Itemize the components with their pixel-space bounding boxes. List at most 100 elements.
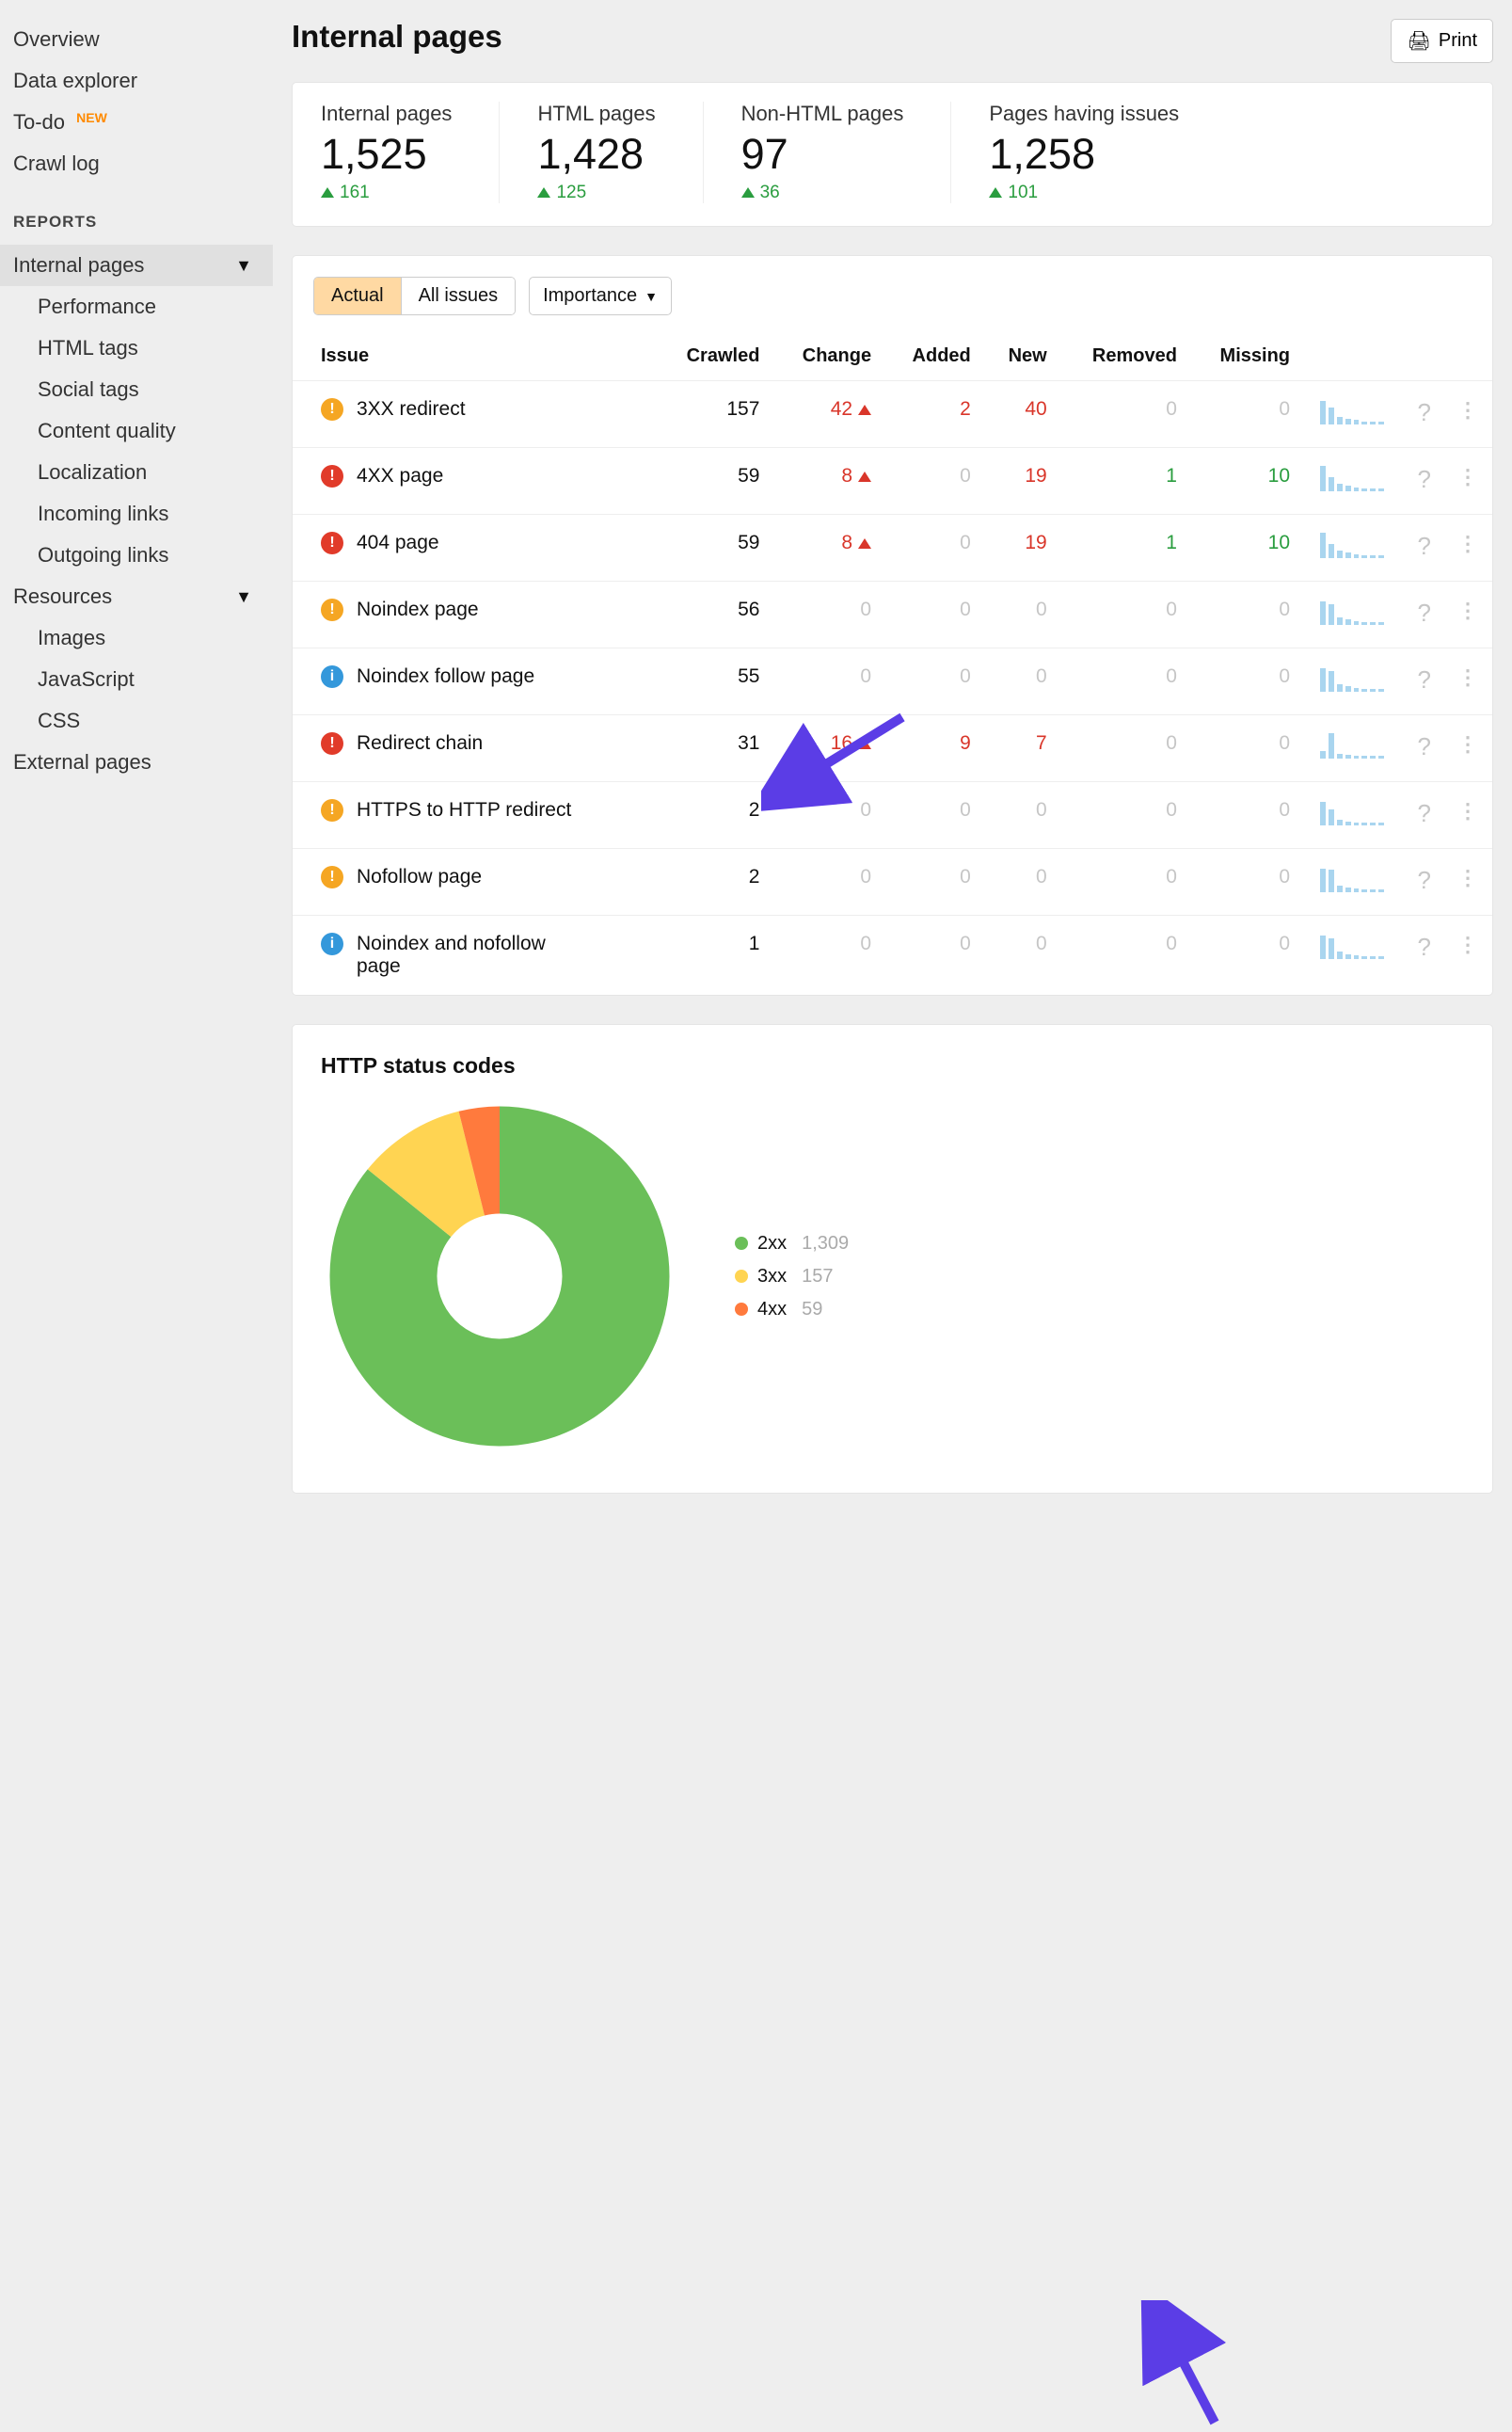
more-menu-icon[interactable]: ⋮	[1457, 933, 1479, 956]
more-menu-icon[interactable]: ⋮	[1457, 465, 1479, 488]
cell-added: 0	[884, 782, 984, 849]
help-icon[interactable]: ?	[1418, 465, 1431, 493]
cell-new: 0	[984, 582, 1060, 648]
legend-dot-icon	[735, 1303, 748, 1316]
stat-block: Non-HTML pages 97 36	[741, 102, 952, 203]
table-row[interactable]: iNoindex follow page 55 0 0 0 0 0 ? ⋮	[293, 648, 1492, 715]
cell-added: 0	[884, 582, 984, 648]
cell-change: 0	[772, 782, 884, 849]
issue-name: Noindex and nofollow page	[357, 933, 590, 978]
th-change[interactable]: Change	[772, 332, 884, 381]
cell-missing: 0	[1190, 849, 1303, 916]
sidebar-item-content-quality[interactable]: Content quality	[0, 410, 273, 452]
legend-item[interactable]: 2xx 1,309	[735, 1227, 849, 1260]
stat-label: Non-HTML pages	[741, 102, 904, 126]
help-icon[interactable]: ?	[1418, 599, 1431, 627]
sidebar-item-data-explorer[interactable]: Data explorer	[0, 60, 273, 102]
sidebar-item-external-pages[interactable]: External pages	[0, 742, 273, 783]
issue-name: HTTPS to HTTP redirect	[357, 799, 571, 822]
table-row[interactable]: !Redirect chain 31 16 9 7 0 0 ? ⋮	[293, 715, 1492, 782]
table-row[interactable]: !HTTPS to HTTP redirect 2 0 0 0 0 0 ? ⋮	[293, 782, 1492, 849]
table-row[interactable]: !3XX redirect 157 42 2 40 0 0 ? ⋮	[293, 381, 1492, 448]
th-new[interactable]: New	[984, 332, 1060, 381]
cell-removed: 0	[1060, 381, 1190, 448]
table-row[interactable]: !404 page 59 8 0 19 1 10 ? ⋮	[293, 515, 1492, 582]
th-issue[interactable]: Issue	[293, 332, 657, 381]
sidebar-item-javascript[interactable]: JavaScript	[0, 659, 273, 700]
legend-item[interactable]: 4xx 59	[735, 1293, 849, 1326]
sidebar-item-incoming-links[interactable]: Incoming links	[0, 493, 273, 535]
stat-value: 1,258	[989, 130, 1179, 179]
sidebar-item-crawl-log[interactable]: Crawl log	[0, 143, 273, 184]
sidebar-item-images[interactable]: Images	[0, 617, 273, 659]
sidebar-item-outgoing-links[interactable]: Outgoing links	[0, 535, 273, 576]
sidebar-item-overview[interactable]: Overview	[0, 19, 273, 60]
stat-delta: 125	[537, 183, 655, 203]
legend-label: 4xx	[757, 1299, 787, 1320]
cell-removed: 0	[1060, 582, 1190, 648]
sidebar-item-css[interactable]: CSS	[0, 700, 273, 742]
chevron-down-icon: ▼	[645, 289, 658, 304]
more-menu-icon[interactable]: ⋮	[1457, 599, 1479, 622]
triangle-up-icon	[321, 187, 334, 198]
triangle-up-icon	[989, 187, 1002, 198]
legend-item[interactable]: 3xx 157	[735, 1260, 849, 1293]
sidebar-item-todo[interactable]: To-do NEW	[0, 102, 273, 143]
cell-sparkline	[1303, 648, 1397, 715]
help-icon[interactable]: ?	[1418, 799, 1431, 827]
more-menu-icon[interactable]: ⋮	[1457, 799, 1479, 823]
help-icon[interactable]: ?	[1418, 732, 1431, 760]
more-menu-icon[interactable]: ⋮	[1457, 732, 1479, 756]
sparkline-icon	[1320, 398, 1384, 424]
warn-icon: !	[321, 799, 343, 822]
tab-actual[interactable]: Actual	[314, 278, 401, 314]
importance-select[interactable]: Importance ▼	[529, 277, 672, 315]
sidebar-item-internal-pages[interactable]: Internal pages ▼	[0, 245, 273, 286]
sidebar-item-html-tags[interactable]: HTML tags	[0, 328, 273, 369]
more-menu-icon[interactable]: ⋮	[1457, 866, 1479, 889]
chevron-down-icon: ▼	[235, 587, 252, 607]
print-button[interactable]: Print	[1391, 19, 1493, 63]
table-row[interactable]: !4XX page 59 8 0 19 1 10 ? ⋮	[293, 448, 1492, 515]
cell-missing: 0	[1190, 582, 1303, 648]
cell-new: 0	[984, 782, 1060, 849]
sidebar-item-social-tags[interactable]: Social tags	[0, 369, 273, 410]
warn-icon: !	[321, 866, 343, 888]
cell-missing: 10	[1190, 448, 1303, 515]
stat-value: 1,525	[321, 130, 452, 179]
sparkline-icon	[1320, 599, 1384, 625]
cell-change: 42	[772, 381, 884, 448]
help-icon[interactable]: ?	[1418, 933, 1431, 961]
more-menu-icon[interactable]: ⋮	[1457, 398, 1479, 422]
table-row[interactable]: !Noindex page 56 0 0 0 0 0 ? ⋮	[293, 582, 1492, 648]
help-icon[interactable]: ?	[1418, 532, 1431, 560]
sidebar-item-localization[interactable]: Localization	[0, 452, 273, 493]
triangle-up-icon	[537, 187, 550, 198]
th-added[interactable]: Added	[884, 332, 984, 381]
chart-legend: 2xx 1,309 3xx 157 4xx 59	[735, 1227, 849, 1326]
more-menu-icon[interactable]: ⋮	[1457, 665, 1479, 689]
sidebar-item-resources[interactable]: Resources ▼	[0, 576, 273, 617]
more-menu-icon[interactable]: ⋮	[1457, 532, 1479, 555]
print-icon	[1407, 29, 1430, 53]
warn-icon: !	[321, 599, 343, 621]
table-row[interactable]: !Nofollow page 2 0 0 0 0 0 ? ⋮	[293, 849, 1492, 916]
sidebar-item-performance[interactable]: Performance	[0, 286, 273, 328]
tab-all-issues[interactable]: All issues	[401, 278, 515, 314]
help-icon[interactable]: ?	[1418, 665, 1431, 694]
cell-removed: 0	[1060, 648, 1190, 715]
sidebar-item-label: Resources	[13, 584, 112, 609]
sidebar-item-label: Internal pages	[13, 253, 144, 278]
cell-change: 0	[772, 582, 884, 648]
cell-removed: 1	[1060, 448, 1190, 515]
cell-new: 19	[984, 448, 1060, 515]
table-row[interactable]: iNoindex and nofollow page 1 0 0 0 0 0 ?…	[293, 916, 1492, 996]
annotation-arrow-icon	[1139, 2300, 1243, 2432]
issue-name: Nofollow page	[357, 866, 482, 888]
th-crawled[interactable]: Crawled	[657, 332, 773, 381]
issue-name: 4XX page	[357, 465, 443, 488]
th-removed[interactable]: Removed	[1060, 332, 1190, 381]
th-missing[interactable]: Missing	[1190, 332, 1303, 381]
help-icon[interactable]: ?	[1418, 866, 1431, 894]
help-icon[interactable]: ?	[1418, 398, 1431, 426]
